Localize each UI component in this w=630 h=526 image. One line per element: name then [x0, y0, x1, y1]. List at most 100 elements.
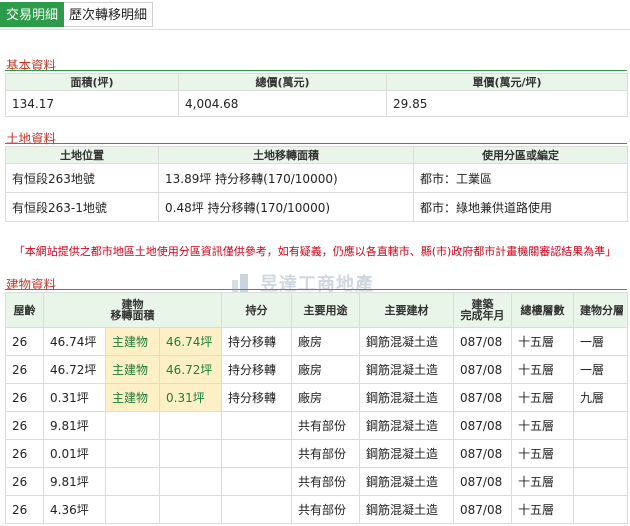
floor-cell [573, 411, 628, 440]
total-price-value: 4,004.68 [178, 90, 387, 117]
col-total-floors: 總樓層數 [511, 292, 574, 328]
area-cell: 46.74坪 [43, 327, 106, 356]
use-cell: 共有部份 [291, 495, 360, 524]
table-header-row: 面積(坪) 總價(萬元) 單價(萬元/坪) [5, 73, 628, 91]
main-building-area [159, 411, 222, 440]
land-zoning: 都市：工業區 [413, 163, 628, 193]
floor-cell: 一層 [573, 355, 628, 384]
col-unit-price: 單價(萬元/坪) [386, 73, 628, 91]
age-cell: 26 [5, 467, 44, 496]
share-cell [221, 467, 292, 496]
area-cell: 4.36坪 [43, 495, 106, 524]
building-section-title: 建物資料 [6, 277, 57, 292]
age-cell: 26 [5, 327, 44, 356]
use-cell: 共有部份 [291, 411, 360, 440]
table-header-row: 屋齡 建物 移轉面積 持分 主要用途 主要建材 建築 完成年月 總樓層數 建物分… [5, 292, 628, 328]
col-completion-date: 建築 完成年月 [453, 292, 512, 328]
total-floors-cell: 十五層 [511, 355, 574, 384]
table-row: 26 46.72坪 主建物 46.72坪 持分移轉 廠房 鋼筋混凝土造 087/… [5, 355, 628, 384]
col-age: 屋齡 [5, 292, 44, 328]
share-cell: 持分移轉 [221, 327, 292, 356]
col-land-location: 土地位置 [5, 146, 159, 164]
share-cell [221, 495, 292, 524]
table-row: 26 9.81坪 共有部份 鋼筋混凝土造 087/08 十五層 [5, 467, 628, 496]
col-main-material: 主要建材 [359, 292, 454, 328]
completion-cell: 087/08 [453, 495, 512, 524]
floor-cell: 一層 [573, 327, 628, 356]
age-cell: 26 [5, 411, 44, 440]
share-cell [221, 439, 292, 468]
main-building-label [105, 495, 160, 524]
total-floors-cell: 十五層 [511, 495, 574, 524]
share-cell [221, 411, 292, 440]
col-floor: 建物分層 [573, 292, 628, 328]
main-building-label [105, 439, 160, 468]
basic-section-rule [5, 70, 627, 71]
main-building-area [159, 467, 222, 496]
material-cell: 鋼筋混凝土造 [359, 355, 454, 384]
table-row: 有恒段263-1地號 0.48坪 持分移轉(170/10000) 都市：綠地兼供… [5, 192, 628, 222]
share-cell: 持分移轉 [221, 383, 292, 412]
col-zoning: 使用分區或編定 [413, 146, 628, 164]
use-cell: 廠房 [291, 383, 360, 412]
unit-price-value: 29.85 [386, 90, 628, 117]
total-floors-cell: 十五層 [511, 439, 574, 468]
floor-cell [573, 467, 628, 496]
use-cell: 共有部份 [291, 467, 360, 496]
table-row: 134.17 4,004.68 29.85 [5, 90, 628, 117]
tab-transaction-details[interactable]: 交易明細 [0, 2, 65, 27]
land-transfer-area: 0.48坪 持分移轉(170/10000) [158, 192, 414, 222]
land-location: 有恒段263-1地號 [5, 192, 159, 222]
total-floors-cell: 十五層 [511, 327, 574, 356]
area-cell: 9.81坪 [43, 411, 106, 440]
completion-cell: 087/08 [453, 467, 512, 496]
age-cell: 26 [5, 355, 44, 384]
main-building-area: 46.74坪 [159, 327, 222, 356]
use-cell: 廠房 [291, 355, 360, 384]
use-cell: 共有部份 [291, 439, 360, 468]
table-row: 26 46.74坪 主建物 46.74坪 持分移轉 廠房 鋼筋混凝土造 087/… [5, 327, 628, 356]
completion-cell: 087/08 [453, 411, 512, 440]
completion-cell: 087/08 [453, 383, 512, 412]
building-table: 屋齡 建物 移轉面積 持分 主要用途 主要建材 建築 完成年月 總樓層數 建物分… [5, 292, 628, 524]
completion-cell: 087/08 [453, 355, 512, 384]
main-building-label: 主建物 [105, 355, 160, 384]
share-cell: 持分移轉 [221, 355, 292, 384]
land-section-rule [5, 143, 627, 144]
building-section-rule [5, 289, 627, 290]
col-land-transfer-area: 土地移轉面積 [158, 146, 414, 164]
table-row: 26 0.31坪 主建物 0.31坪 持分移轉 廠房 鋼筋混凝土造 087/08… [5, 383, 628, 412]
age-cell: 26 [5, 439, 44, 468]
total-floors-cell: 十五層 [511, 411, 574, 440]
area-cell: 0.01坪 [43, 439, 106, 468]
material-cell: 鋼筋混凝土造 [359, 439, 454, 468]
table-row: 26 9.81坪 共有部份 鋼筋混凝土造 087/08 十五層 [5, 411, 628, 440]
use-cell: 廠房 [291, 327, 360, 356]
material-cell: 鋼筋混凝土造 [359, 327, 454, 356]
col-area: 面積(坪) [5, 73, 179, 91]
material-cell: 鋼筋混凝土造 [359, 495, 454, 524]
completion-cell: 087/08 [453, 327, 512, 356]
land-section-title: 土地資料 [6, 131, 57, 146]
material-cell: 鋼筋混凝土造 [359, 411, 454, 440]
age-cell: 26 [5, 383, 44, 412]
main-building-area: 46.72坪 [159, 355, 222, 384]
floor-cell [573, 495, 628, 524]
land-transfer-area: 13.89坪 持分移轉(170/10000) [158, 163, 414, 193]
main-building-label [105, 467, 160, 496]
tab-transfer-history[interactable]: 歷次轉移明細 [64, 2, 154, 27]
land-zoning: 都市：綠地兼供道路使用 [413, 192, 628, 222]
main-building-label: 主建物 [105, 327, 160, 356]
tab-divider [0, 29, 630, 30]
main-building-area [159, 439, 222, 468]
land-location: 有恒段263地號 [5, 163, 159, 193]
material-cell: 鋼筋混凝土造 [359, 383, 454, 412]
table-row: 26 4.36坪 共有部份 鋼筋混凝土造 087/08 十五層 [5, 495, 628, 524]
total-floors-cell: 十五層 [511, 383, 574, 412]
table-row: 有恒段263地號 13.89坪 持分移轉(170/10000) 都市：工業區 [5, 163, 628, 193]
area-value: 134.17 [5, 90, 179, 117]
main-building-label: 主建物 [105, 383, 160, 412]
col-main-use: 主要用途 [291, 292, 360, 328]
area-cell: 0.31坪 [43, 383, 106, 412]
floor-cell: 九層 [573, 383, 628, 412]
